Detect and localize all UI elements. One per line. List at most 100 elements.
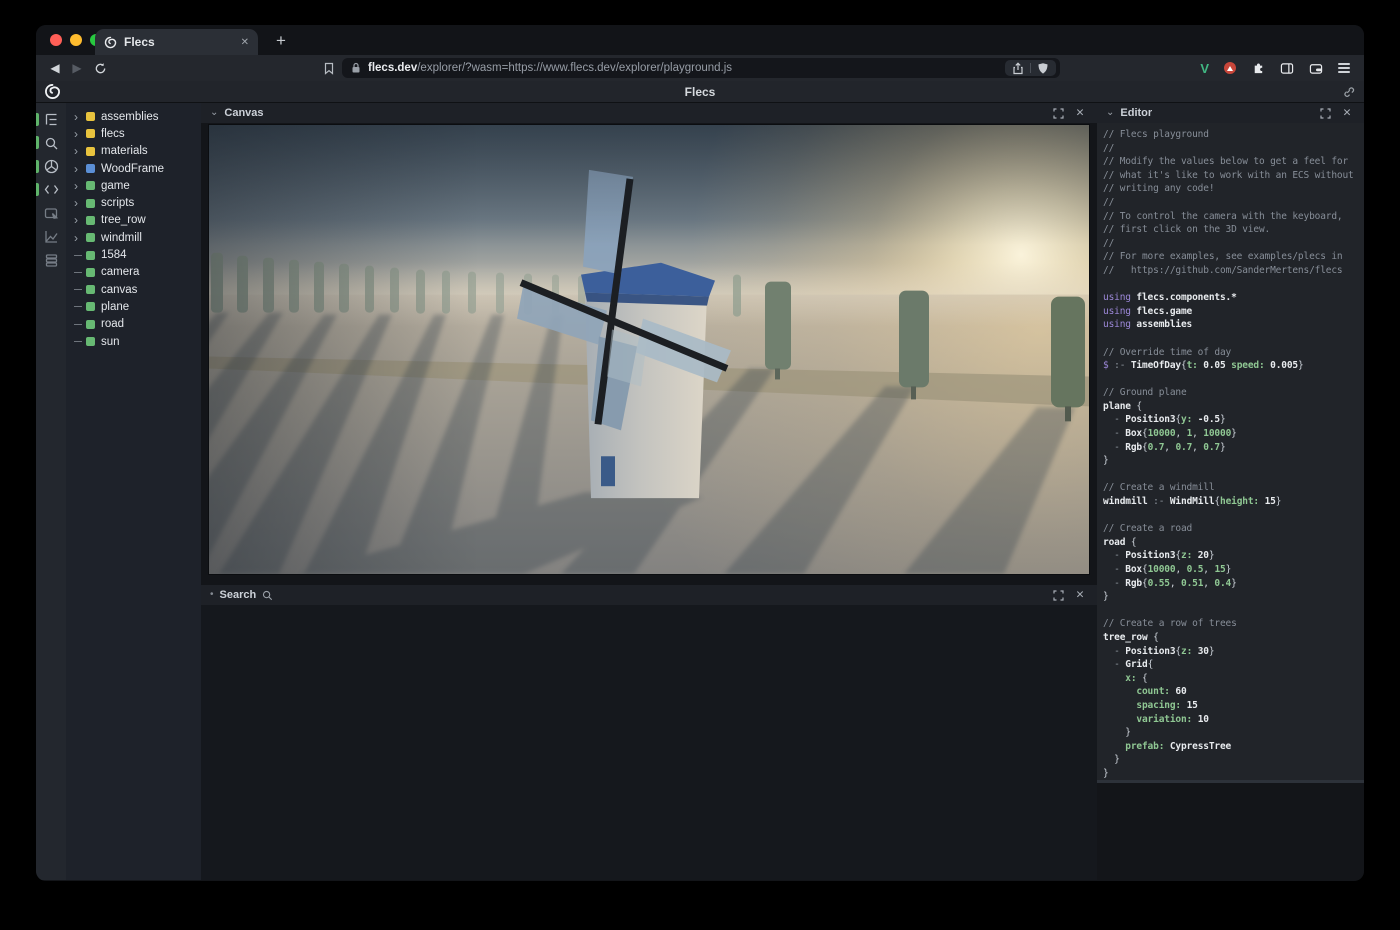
entity-tree-icon [44,112,59,127]
code-line: - Position3{z: 30} [1103,645,1364,659]
canvas-panel-title: Canvas [224,107,263,119]
stats-icon [44,229,59,244]
tree-item-scripts[interactable]: ›scripts [66,194,201,211]
expand-icon[interactable]: › [74,111,86,123]
back-button[interactable]: ◀ [46,55,64,81]
code-line: // writing any code! [1103,182,1364,196]
leaf-dash-icon [74,324,86,325]
rail-inspect-icon[interactable] [36,202,66,225]
tab-close-icon[interactable]: ✕ [241,37,249,48]
search-collapse-dot[interactable]: • [210,590,214,600]
entity-color-square [86,181,95,190]
tree-item-tree_row[interactable]: › tree_row [66,212,201,229]
tree-item-label: road [101,318,124,330]
tree-item-WoodFrame[interactable]: ›WoodFrame [66,160,201,177]
close-window-button[interactable] [50,34,62,46]
main-area: ⌄ Canvas ✕ [201,103,1097,880]
tree-item-road[interactable]: road [66,316,201,333]
rail-world-icon[interactable] [36,155,66,178]
code-line: // what it's like to work with an ECS wi… [1103,169,1364,183]
leaf-dash-icon [74,306,86,307]
editor-resize-handle[interactable] [1097,780,1364,783]
code-line: using flecs.components.* [1103,291,1364,305]
search-close-button[interactable]: ✕ [1072,587,1088,603]
code-line: } [1103,753,1364,767]
chevron-down-icon[interactable]: ⌄ [1106,108,1114,118]
code-line: // Ground plane [1103,386,1364,400]
bookmark-button[interactable] [320,55,338,81]
tree-item-windmill[interactable]: ›windmill [66,229,201,246]
menu-icon[interactable] [1338,63,1350,73]
expand-icon[interactable]: › [74,232,86,244]
editor-panel: ⌄ Editor ✕ // Flecs playground//// Modif… [1097,103,1364,880]
tree-item-label: tree_row [101,214,146,226]
expand-icon[interactable]: › [74,197,86,209]
tree-item-materials[interactable]: ›materials [66,143,201,160]
minimize-window-button[interactable] [70,34,82,46]
tree-item-sun[interactable]: sun [66,333,201,350]
rail-logs-icon[interactable] [36,248,66,271]
url-actions [1005,60,1056,76]
code-line: // [1103,196,1364,210]
expand-icon[interactable]: › [74,128,86,140]
rail-search-icon[interactable] [36,131,66,154]
rail-stats-icon[interactable] [36,225,66,248]
code-line [1103,373,1364,387]
entity-color-square [86,285,95,294]
tree-item-game[interactable]: ›game [66,177,201,194]
tree-item-1584[interactable]: 1584 [66,246,201,263]
tree-item-plane[interactable]: plane [66,298,201,315]
sidebar-icon[interactable] [1280,62,1294,75]
code-line: - Box{10000, 0.5, 15} [1103,563,1364,577]
reload-button[interactable] [91,55,109,81]
vue-devtools-icon[interactable]: V [1200,61,1209,76]
shield-icon[interactable] [1037,62,1049,75]
flecs-favicon [104,36,117,49]
logs-icon [44,253,59,268]
rail-code-icon[interactable] [36,178,66,201]
leaf-dash-icon [74,272,86,273]
code-line: // Create a windmill [1103,481,1364,495]
code-line: } [1103,454,1364,468]
code-line: road { [1103,536,1364,550]
entity-color-square [86,129,95,138]
extensions-puzzle-icon[interactable] [1251,61,1265,75]
wallet-icon[interactable] [1309,62,1323,75]
tree-item-flecs[interactable]: ›flecs [66,125,201,142]
code-line: count: 60 [1103,685,1364,699]
editor-close-button[interactable]: ✕ [1339,105,1355,121]
rewards-badge-icon[interactable] [1224,62,1236,74]
code-line: $ :- TimeOfDay{t: 0.05 speed: 0.005} [1103,359,1364,373]
new-tab-button[interactable]: + [269,29,293,53]
code-editor[interactable]: // Flecs playground//// Modify the value… [1097,123,1364,780]
expand-icon[interactable]: › [74,180,86,192]
expand-icon[interactable]: › [74,163,86,175]
link-icon[interactable] [1342,85,1355,98]
leaf-dash-icon [74,289,86,290]
canvas-3d-scene [209,125,1089,574]
tree-item-assemblies[interactable]: ›assemblies [66,108,201,125]
search-results-area[interactable] [201,605,1097,880]
code-line: - Rgb{0.7, 0.7, 0.7} [1103,441,1364,455]
code-line: - Position3{y: -0.5} [1103,413,1364,427]
tree-item-camera[interactable]: camera [66,264,201,281]
expand-icon[interactable]: › [74,214,86,226]
chevron-down-icon[interactable]: ⌄ [210,108,218,118]
canvas-3d-view[interactable] [208,124,1090,575]
editor-fullscreen-button[interactable] [1317,105,1333,121]
browser-tab[interactable]: Flecs ✕ [95,29,258,55]
world-icon [44,159,59,174]
share-icon[interactable] [1012,62,1024,75]
canvas-fullscreen-button[interactable] [1050,105,1066,121]
address-bar[interactable]: flecs.dev /explorer/?wasm=https://www.fl… [342,58,1060,78]
reload-icon [94,62,107,75]
code-line [1103,604,1364,618]
editor-panel-title: Editor [1120,107,1152,119]
expand-icon[interactable]: › [74,145,86,157]
tree-item-canvas[interactable]: canvas [66,281,201,298]
search-fullscreen-button[interactable] [1050,587,1066,603]
canvas-close-button[interactable]: ✕ [1072,105,1088,121]
rail-entity-tree-icon[interactable] [36,108,66,131]
forward-button[interactable]: ▶ [68,55,86,81]
entity-color-square [86,233,95,242]
